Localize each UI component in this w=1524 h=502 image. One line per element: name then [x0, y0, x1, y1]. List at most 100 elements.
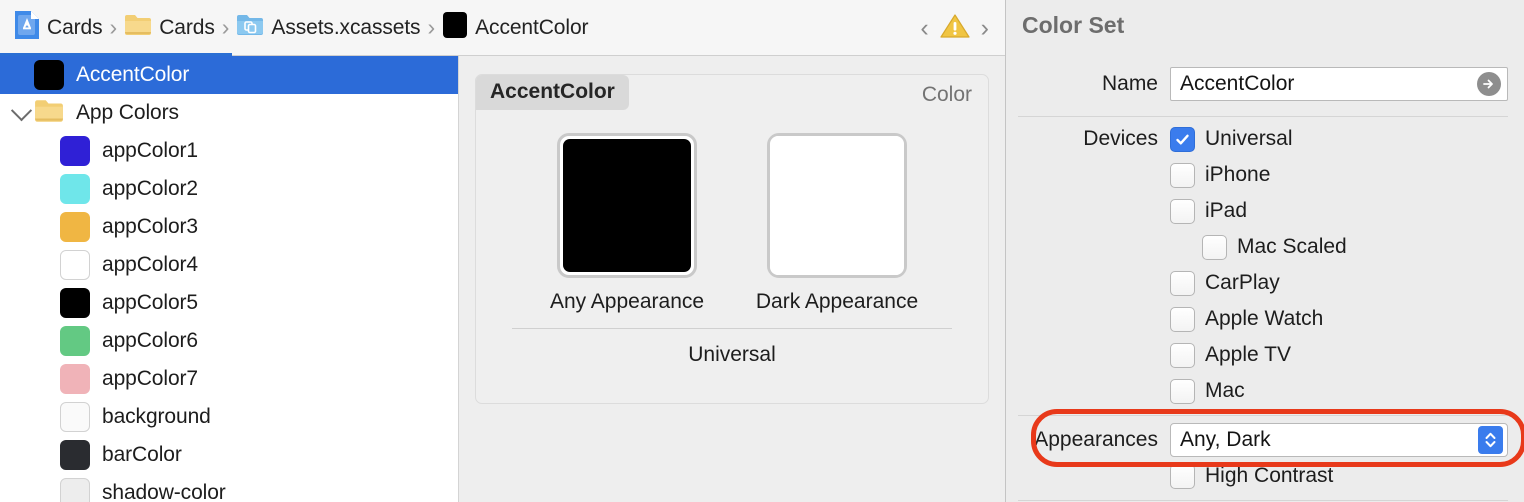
sidebar-item-label: App Colors [76, 101, 179, 124]
breadcrumb: Cards › Cards › Assets.xcassets › Accent… [0, 0, 1005, 56]
devices-row-ipad[interactable]: iPad [1006, 193, 1524, 229]
appearances-label: Appearances [1034, 428, 1158, 451]
sidebar-item-label: shadow-color [102, 481, 226, 502]
color-swatch-icon [34, 60, 64, 90]
color-swatch-icon [60, 288, 90, 318]
breadcrumb-item-accentcolor[interactable]: AccentColor [442, 10, 589, 45]
inspector-separator [1018, 415, 1508, 416]
sidebar-item-label: appColor6 [102, 329, 198, 352]
appearance-swatch-row: Any Appearance Dark Appearance [476, 75, 988, 314]
breadcrumb-issue-navigator: ‹ › [918, 0, 991, 56]
checkbox-label: Apple Watch [1205, 307, 1324, 330]
checkbox-carplay[interactable] [1170, 270, 1195, 296]
devices-label: Devices [1083, 127, 1158, 150]
sidebar-item-accentcolor[interactable]: AccentColor [0, 56, 458, 94]
color-set-card: AccentColor Color Any Appearance Dark Ap… [475, 74, 989, 404]
breadcrumb-separator: › [427, 14, 436, 40]
color-swatch-icon [60, 250, 90, 280]
checkbox-mac[interactable] [1170, 378, 1195, 404]
reveal-arrow-icon[interactable] [1477, 72, 1501, 96]
sidebar-item-shadow-color[interactable]: shadow-color [0, 474, 458, 502]
checkbox-label: iPad [1205, 199, 1248, 222]
devices-row-apple-tv[interactable]: Apple TV [1006, 337, 1524, 373]
appearance-caption: Dark Appearance [755, 290, 919, 313]
checkbox-label: Universal [1205, 127, 1293, 150]
sidebar-item-appcolor5[interactable]: appColor5 [0, 284, 458, 322]
breadcrumb-item-project[interactable]: Cards [14, 10, 103, 45]
sidebar-item-label: appColor2 [102, 177, 198, 200]
checkbox-mac-scaled[interactable] [1202, 234, 1227, 260]
asset-list-sidebar[interactable]: AccentColor App Colors appColor1 appColo… [0, 56, 459, 502]
checkbox-label: High Contrast [1205, 464, 1334, 487]
card-kind-label: Color [921, 83, 972, 106]
color-swatch-icon [60, 212, 90, 242]
name-label: Name [1101, 72, 1158, 95]
black-color-swatch-icon [442, 10, 468, 45]
sidebar-item-appcolor1[interactable]: appColor1 [0, 132, 458, 170]
breadcrumb-item-assets[interactable]: Assets.xcassets [236, 13, 421, 42]
sidebar-item-background[interactable]: background [0, 398, 458, 436]
appearances-value: Any, Dark [1180, 428, 1271, 451]
yellow-folder-icon [124, 13, 152, 42]
xcode-asset-catalog-window: Cards › Cards › Assets.xcassets › Accent… [0, 0, 1524, 502]
color-swatch-icon [60, 174, 90, 204]
previous-issue-button[interactable]: ‹ [918, 15, 930, 41]
color-swatch-icon [60, 364, 90, 394]
sidebar-item-appcolor7[interactable]: appColor7 [0, 360, 458, 398]
breadcrumb-separator: › [109, 14, 118, 40]
checkbox-apple-watch[interactable] [1170, 306, 1195, 332]
sidebar-item-label: background [102, 405, 211, 428]
devices-row-universal[interactable]: Devices Universal [1006, 121, 1524, 157]
sidebar-item-label: barColor [102, 443, 182, 466]
checkbox-iphone[interactable] [1170, 162, 1195, 188]
sidebar-item-label: appColor5 [102, 291, 198, 314]
devices-row-mac[interactable]: Mac [1006, 373, 1524, 409]
yellow-folder-icon [34, 98, 64, 129]
high-contrast-row[interactable]: High Contrast [1006, 458, 1524, 494]
checkbox-ipad[interactable] [1170, 198, 1195, 224]
color-swatch-icon [60, 402, 90, 432]
color-swatch-icon [60, 440, 90, 470]
asset-editor-canvas: AccentColor Color Any Appearance Dark Ap… [459, 56, 1005, 502]
universal-label: Universal [688, 343, 776, 366]
chevron-down-icon[interactable] [8, 99, 34, 121]
color-well-dark-appearance[interactable] [767, 133, 907, 278]
next-issue-button[interactable]: › [979, 15, 991, 41]
checkbox-universal[interactable] [1170, 126, 1195, 152]
appearances-row: Appearances Any, Dark [1006, 422, 1524, 458]
sidebar-item-label: AccentColor [76, 63, 190, 86]
sidebar-item-appcolor4[interactable]: appColor4 [0, 246, 458, 284]
breadcrumb-label-accentcolor: AccentColor [475, 15, 589, 39]
breadcrumb-separator: › [221, 14, 230, 40]
inspector-header: Color Set [1005, 0, 1524, 56]
sidebar-item-label: appColor7 [102, 367, 198, 390]
devices-row-mac-scaled[interactable]: Mac Scaled [1006, 229, 1524, 265]
color-swatch-icon [60, 326, 90, 356]
assets-catalog-icon [236, 13, 264, 42]
checkbox-label: Apple TV [1205, 343, 1291, 366]
inspector-separator [1018, 500, 1508, 501]
devices-row-carplay[interactable]: CarPlay [1006, 265, 1524, 301]
chevron-updown-icon[interactable] [1478, 426, 1503, 454]
inspector-separator [1018, 116, 1508, 117]
sidebar-item-label: appColor4 [102, 253, 198, 276]
appearance-dark[interactable]: Dark Appearance [756, 133, 918, 314]
color-well-any-appearance[interactable] [557, 133, 697, 278]
name-input[interactable]: AccentColor [1170, 67, 1508, 101]
checkbox-high-contrast[interactable] [1170, 463, 1195, 489]
name-row: Name AccentColor [1006, 66, 1524, 102]
sidebar-item-barcolor[interactable]: barColor [0, 436, 458, 474]
devices-row-apple-watch[interactable]: Apple Watch [1006, 301, 1524, 337]
warning-triangle-icon[interactable] [939, 12, 971, 45]
name-input-value: AccentColor [1180, 72, 1295, 95]
sidebar-item-appcolor2[interactable]: appColor2 [0, 170, 458, 208]
devices-row-iphone[interactable]: iPhone [1006, 157, 1524, 193]
card-title: AccentColor [476, 75, 629, 110]
sidebar-item-appcolor3[interactable]: appColor3 [0, 208, 458, 246]
breadcrumb-item-group[interactable]: Cards [124, 13, 215, 42]
appearances-popup-button[interactable]: Any, Dark [1170, 423, 1508, 457]
sidebar-item-appcolor6[interactable]: appColor6 [0, 322, 458, 360]
checkbox-apple-tv[interactable] [1170, 342, 1195, 368]
sidebar-item-app-colors[interactable]: App Colors [0, 94, 458, 132]
appearance-any[interactable]: Any Appearance [550, 133, 704, 314]
